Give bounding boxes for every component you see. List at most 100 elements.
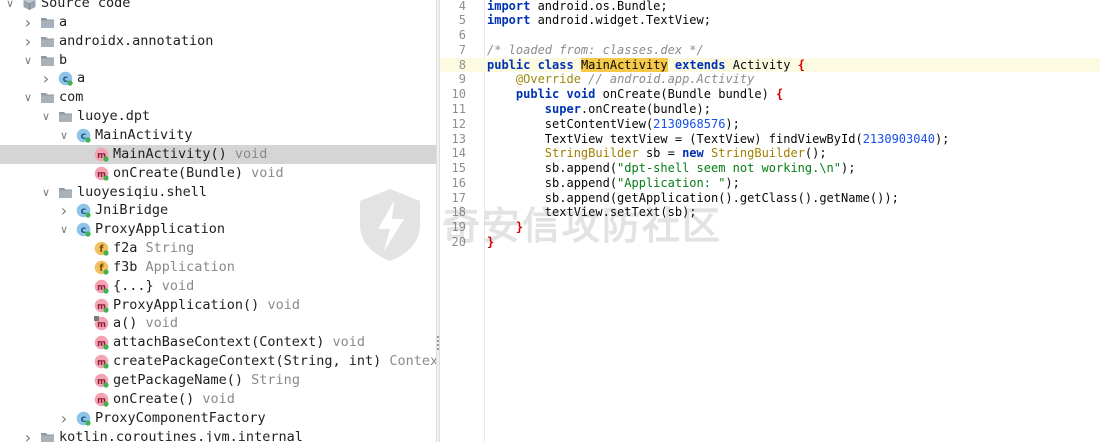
tree-row[interactable]: m onCreate(Bundle) void — [0, 164, 436, 183]
code-line[interactable]: 19 } — [440, 220, 1100, 235]
tree-row-label: luoyesiqiu.shell — [77, 183, 207, 202]
code-token: (); — [804, 146, 827, 161]
code-text: } — [487, 235, 494, 250]
string-token: "dpt-shell seem not working.\n" — [617, 161, 842, 176]
tree-row[interactable]: ∨ luoyesiqiu.shell — [0, 183, 436, 202]
code-line[interactable]: 8 public class MainActivity extends Activ… — [440, 57, 1100, 73]
code-line[interactable]: 11 super.onCreate(bundle); — [440, 102, 1100, 117]
chevron-down-icon[interactable]: ∨ — [58, 220, 70, 239]
tree-row[interactable]: ∨ Source code — [0, 0, 436, 13]
tree-row[interactable]: › c ProxyComponentFactory — [0, 409, 436, 428]
chevron-down-icon[interactable]: ∨ — [40, 107, 52, 126]
chevron-down-icon[interactable]: ∨ — [4, 0, 16, 13]
tree-row[interactable]: m a() void — [0, 314, 436, 333]
comment-token: /* loaded from: classes.dex */ — [487, 42, 704, 57]
chevron-right-icon[interactable]: › — [22, 13, 34, 32]
line-number: 18 — [451, 205, 466, 220]
code-line[interactable]: 7 /* loaded from: classes.dex */ — [440, 43, 1100, 58]
tree-row-label: a — [77, 69, 85, 88]
tree-row[interactable]: › c a — [0, 69, 436, 88]
tree-row-type: void — [137, 315, 179, 332]
code-text: sb.append("dpt-shell seem not working.\n… — [487, 161, 856, 176]
tree-row[interactable]: › kotlin.coroutines.jvm.internal — [0, 428, 436, 442]
line-number: 15 — [451, 161, 466, 176]
chevron-right-icon[interactable]: › — [22, 428, 34, 442]
source-code-icon — [22, 0, 37, 11]
tree-row-type: Application — [137, 258, 235, 275]
tree-row[interactable]: ∨ b — [0, 51, 436, 70]
tree-row-name: onCreate() — [113, 390, 195, 407]
chevron-right-icon[interactable]: › — [22, 32, 34, 51]
keyword-token: extends — [674, 57, 726, 72]
keyword-token: class — [537, 57, 574, 72]
code-line[interactable]: 12 setContentView(2130968576); — [440, 117, 1100, 132]
code-line[interactable]: 10 public void onCreate(Bundle bundle) { — [440, 87, 1100, 102]
code-line[interactable]: 6 — [440, 28, 1100, 43]
tree-row[interactable]: f f3b Application — [0, 258, 436, 277]
class-icon: c — [76, 203, 91, 218]
line-number: 17 — [451, 190, 466, 205]
method-icon: m — [94, 373, 109, 388]
code-token: StringBuilder — [544, 146, 639, 161]
tree-row-label: JniBridge — [95, 201, 168, 220]
class-icon: c — [76, 411, 91, 426]
code-token: ); — [725, 116, 740, 131]
tree-row[interactable]: m onCreate() void — [0, 390, 436, 409]
package-icon — [40, 15, 55, 30]
tree-row-name: a() — [113, 315, 138, 332]
tree-row-type: void — [324, 334, 365, 351]
code-line[interactable]: 4 import android.os.Bundle; — [440, 0, 1100, 13]
tree-row[interactable]: m MainActivity() void — [0, 144, 436, 164]
code-line[interactable]: 9 @Override // android.app.Activity — [440, 72, 1100, 87]
tree-row[interactable]: ∨ com — [0, 88, 436, 107]
line-number: 14 — [451, 146, 466, 161]
tree-row[interactable]: m ProxyApplication() void — [0, 296, 436, 315]
tree-row[interactable]: ∨ c ProxyApplication — [0, 220, 436, 239]
keyword-token: public — [515, 87, 560, 102]
tree-row[interactable]: m createPackageContext(String, int) Conte… — [0, 352, 436, 371]
code-line[interactable]: 14 StringBuilder sb = new StringBuilder(… — [440, 146, 1100, 161]
number-token: 2130903040 — [862, 131, 935, 146]
tree-row-label: ProxyComponentFactory — [95, 409, 266, 428]
tree-row-label: a — [59, 13, 67, 32]
tree-row[interactable]: m attachBaseContext(Context) void — [0, 333, 436, 352]
tree-row-type: void — [194, 390, 235, 407]
chevron-right-icon[interactable]: › — [40, 69, 52, 88]
chevron-down-icon[interactable]: ∨ — [40, 183, 52, 202]
tree-row-type: String — [137, 240, 195, 257]
method-icon: m — [94, 298, 109, 313]
tree-row[interactable]: f f2a String — [0, 239, 436, 258]
tree-row[interactable]: ∨ c MainActivity — [0, 126, 436, 145]
code-line[interactable]: 16 sb.append("Application: "); — [440, 176, 1100, 191]
code-editor[interactable]: 4 import android.os.Bundle; 5 import androi… — [440, 0, 1100, 442]
chevron-right-icon[interactable]: › — [58, 201, 70, 220]
tree-row-label: luoye.dpt — [77, 107, 150, 126]
tree-row[interactable]: › androidx.annotation — [0, 32, 436, 51]
line-number: 19 — [451, 220, 466, 235]
chevron-down-icon[interactable]: ∨ — [58, 126, 70, 145]
code-token: android.os.Bundle; — [530, 0, 668, 13]
code-line[interactable]: 18 textView.setText(sb); — [440, 205, 1100, 220]
tree-row-name: onCreate(Bundle) — [113, 164, 244, 181]
splitter-grip-icon[interactable] — [437, 336, 439, 350]
code-text: public class MainActivity extends Activi… — [487, 57, 805, 73]
chevron-down-icon[interactable]: ∨ — [22, 51, 34, 70]
code-text: super.onCreate(bundle); — [487, 102, 711, 117]
code-line[interactable]: 17 sb.append(getApplication().getClass()… — [440, 191, 1100, 206]
code-line[interactable]: 5 import android.widget.TextView; — [440, 13, 1100, 28]
project-tree[interactable]: ∨ Source code › a › androidx.annotation ∨ b › c a ∨… — [0, 0, 436, 442]
chevron-right-icon[interactable]: › — [58, 409, 70, 428]
code-line[interactable]: 13 TextView textView = (TextView) findVi… — [440, 132, 1100, 147]
tree-row[interactable]: m getPackageName() String — [0, 371, 436, 390]
number-token: 2130968576 — [653, 116, 726, 131]
tree-row[interactable]: ∨ luoye.dpt — [0, 107, 436, 126]
tree-row[interactable]: m {...} void — [0, 277, 436, 296]
chevron-down-icon[interactable]: ∨ — [22, 88, 34, 107]
code-line[interactable]: 15 sb.append("dpt-shell seem not working… — [440, 161, 1100, 176]
tree-row[interactable]: › c JniBridge — [0, 201, 436, 220]
code-token: .onCreate(bundle); — [580, 101, 711, 116]
tree-row[interactable]: › a — [0, 13, 436, 32]
code-line[interactable]: 20} — [440, 235, 1100, 250]
